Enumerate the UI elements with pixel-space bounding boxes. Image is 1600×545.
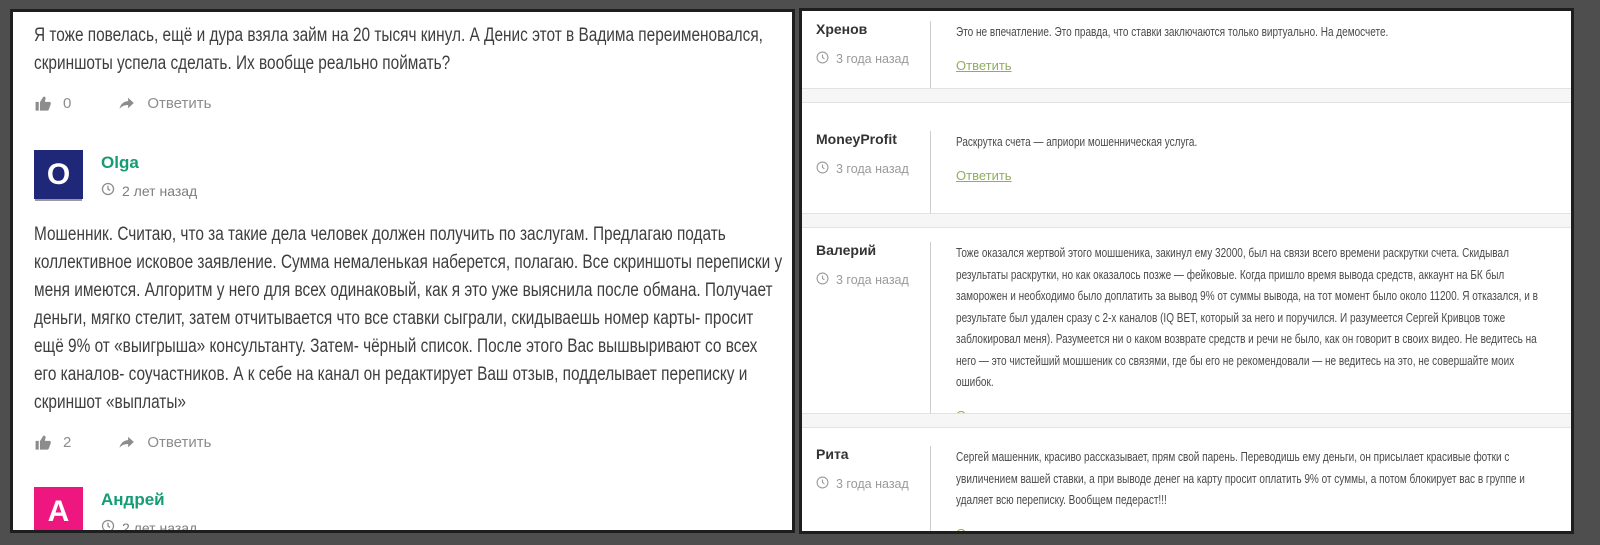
reply-link[interactable]: Ответить bbox=[956, 526, 1012, 532]
right-comments-panel: Хренов 3 года назад Это не впечатление. … bbox=[799, 8, 1574, 534]
comment-timestamp: 3 года назад bbox=[836, 273, 909, 287]
author-name: Валерий bbox=[816, 242, 877, 258]
comment-author-info: Хренов 3 года назад bbox=[802, 21, 930, 88]
comment-meta: 3 года назад bbox=[816, 161, 930, 177]
reply-link[interactable]: Ответить bbox=[956, 58, 1012, 73]
comment-row: Валерий 3 года назад Тоже оказался жертв… bbox=[802, 228, 1571, 413]
comment-text: Сергей машенник, красиво рассказывает, п… bbox=[956, 449, 1525, 507]
comment-actions: 2 Ответить bbox=[34, 431, 776, 453]
comment-row: MoneyProfit 3 года назад Раскрутка счета… bbox=[802, 103, 1571, 213]
comment-text: Раскрутка счета — априори мошенническая … bbox=[956, 134, 1198, 149]
reply-link[interactable]: Ответить bbox=[956, 408, 1012, 414]
reply-button[interactable]: Ответить bbox=[117, 94, 211, 112]
author-name: MoneyProfit bbox=[816, 131, 897, 147]
comment-header: O Olga 2 лет назад bbox=[34, 150, 776, 199]
thumbs-up-icon bbox=[34, 94, 53, 113]
thumbs-up-icon bbox=[34, 433, 53, 452]
clock-icon bbox=[101, 519, 115, 530]
comment-meta: 3 года назад bbox=[816, 476, 930, 492]
reply-button[interactable]: Ответить bbox=[117, 433, 211, 451]
comment-text: Я тоже повелась, ещё и дура взяла займ н… bbox=[34, 25, 763, 74]
like-count: 2 bbox=[63, 433, 72, 451]
separator bbox=[802, 213, 1571, 228]
comment-timestamp: 2 лет назад bbox=[122, 519, 198, 533]
comment-meta: 2 лет назад bbox=[101, 519, 198, 533]
reply-button-label: Ответить bbox=[147, 94, 212, 112]
comment-author-info: Валерий 3 года назад bbox=[802, 242, 930, 413]
like-button[interactable]: 2 bbox=[34, 433, 71, 452]
comment-row: Хренов 3 года назад Это не впечатление. … bbox=[802, 11, 1571, 88]
avatar: A bbox=[34, 487, 83, 530]
comment-meta: 3 года назад bbox=[816, 51, 930, 67]
comment-text: Мошенник. Считаю, что за такие дела чело… bbox=[34, 224, 783, 413]
like-button[interactable]: 0 bbox=[34, 94, 71, 113]
separator bbox=[802, 88, 1571, 103]
reply-arrow-icon bbox=[117, 94, 137, 112]
comment-actions: 0 Ответить bbox=[34, 92, 776, 114]
left-comments-panel: Я тоже повелась, ещё и дура взяла займ н… bbox=[10, 9, 795, 533]
reply-link[interactable]: Ответить bbox=[956, 168, 1012, 183]
clock-icon bbox=[816, 51, 829, 67]
comment-timestamp: 3 года назад bbox=[836, 162, 909, 176]
comment-timestamp: 2 лет назад bbox=[122, 182, 198, 199]
comment-author-info: Андрей 2 лет назад bbox=[101, 487, 198, 533]
avatar: O bbox=[34, 150, 83, 199]
reply-arrow-icon bbox=[117, 433, 137, 451]
comment-text: Это не впечатление. Это правда, что став… bbox=[956, 24, 1389, 39]
comment-meta: 2 лет назад bbox=[101, 182, 197, 199]
author-name: Рита bbox=[816, 446, 849, 462]
comment-row: Рита 3 года назад Сергей машенник, краси… bbox=[802, 428, 1571, 532]
comment-body: Сергей машенник, красиво рассказывает, п… bbox=[930, 446, 1571, 532]
author-name: Хренов bbox=[816, 21, 868, 37]
comment-author-info: Рита 3 года назад bbox=[802, 446, 930, 531]
comment-meta: 3 года назад bbox=[816, 272, 930, 288]
comment-body: Тоже оказался жертвой этого мошшеника, з… bbox=[930, 242, 1571, 413]
author-name: Olga bbox=[101, 153, 139, 172]
author-name: Андрей bbox=[101, 490, 165, 509]
clock-icon bbox=[816, 272, 829, 288]
clock-icon bbox=[816, 161, 829, 177]
comment-body: Это не впечатление. Это правда, что став… bbox=[930, 21, 1571, 88]
comment-author-info: Olga 2 лет назад bbox=[101, 150, 197, 199]
comment-body: Раскрутка счета — априори мошенническая … bbox=[930, 131, 1571, 213]
reply-button-label: Ответить bbox=[147, 433, 212, 451]
like-count: 0 bbox=[63, 94, 72, 112]
comment-header: A Андрей 2 лет назад bbox=[34, 487, 776, 533]
comment-author-info: MoneyProfit 3 года назад bbox=[802, 131, 930, 213]
separator bbox=[802, 413, 1571, 428]
comment-timestamp: 3 года назад bbox=[836, 52, 909, 66]
clock-icon bbox=[816, 476, 829, 492]
comment-text: Тоже оказался жертвой этого мошшеника, з… bbox=[956, 245, 1538, 389]
comment-timestamp: 3 года назад bbox=[836, 477, 909, 491]
clock-icon bbox=[101, 182, 115, 199]
